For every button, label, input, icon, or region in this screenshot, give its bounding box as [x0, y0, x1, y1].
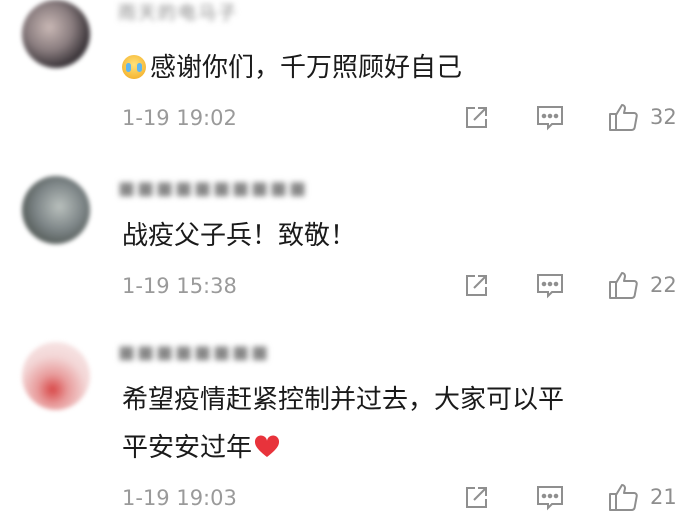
- avatar[interactable]: [22, 176, 90, 244]
- comment-item: 雨天的电马子 感谢你们，千万照顾好自己 1-19 19:02 32: [0, 0, 700, 160]
- like-count: 22: [650, 273, 677, 297]
- like-button[interactable]: 32: [608, 102, 677, 132]
- crying-face-emoji-icon: [122, 55, 146, 79]
- share-button[interactable]: [462, 272, 490, 300]
- timestamp: 1-19 19:02: [122, 106, 237, 130]
- share-icon: [466, 275, 487, 296]
- comment-body-line: 希望疫情赶紧控制并过去，大家可以平: [122, 385, 565, 415]
- avatar[interactable]: [22, 342, 90, 410]
- comment-text: 希望疫情赶紧控制并过去，大家可以平 平安安过年: [122, 376, 564, 472]
- comment-button[interactable]: [535, 272, 565, 300]
- username[interactable]: ■■■■■■■■: [118, 344, 270, 362]
- username[interactable]: 雨天的电马子: [118, 5, 238, 23]
- like-button[interactable]: 22: [608, 270, 677, 300]
- thumbs-up-icon: [609, 272, 638, 299]
- timestamp: 1-19 19:03: [122, 486, 237, 510]
- share-icon: [466, 487, 487, 508]
- comment-body: 感谢你们，千万照顾好自己: [150, 53, 463, 83]
- comment-icon: [537, 274, 563, 299]
- share-icon: [466, 107, 487, 128]
- share-button[interactable]: [462, 484, 490, 512]
- like-count: 21: [650, 485, 677, 509]
- comment-icon: [537, 486, 563, 511]
- comment-text: 感谢你们，千万照顾好自己: [122, 44, 462, 92]
- like-button[interactable]: 21: [608, 482, 677, 512]
- avatar[interactable]: [22, 0, 90, 68]
- timestamp: 1-19 15:38: [122, 274, 237, 298]
- red-heart-emoji-icon: [254, 435, 280, 457]
- like-count: 32: [650, 105, 677, 129]
- comment-button[interactable]: [535, 484, 565, 512]
- thumbs-up-icon: [609, 484, 638, 511]
- comment-button[interactable]: [535, 104, 565, 132]
- comment-icon: [537, 106, 563, 131]
- comment-body-line: 平安安过年: [122, 424, 564, 472]
- comment-item: ■■■■■■■■ 希望疫情赶紧控制并过去，大家可以平 平安安过年 1-19 19…: [0, 330, 700, 523]
- comment-item: ■■■■■■■■■■ 战疫父子兵！致敬！ 1-19 15:38 22: [0, 160, 700, 330]
- username[interactable]: ■■■■■■■■■■: [118, 180, 308, 198]
- comment-text: 战疫父子兵！致敬！: [122, 221, 357, 251]
- share-button[interactable]: [462, 104, 490, 132]
- thumbs-up-icon: [609, 104, 638, 131]
